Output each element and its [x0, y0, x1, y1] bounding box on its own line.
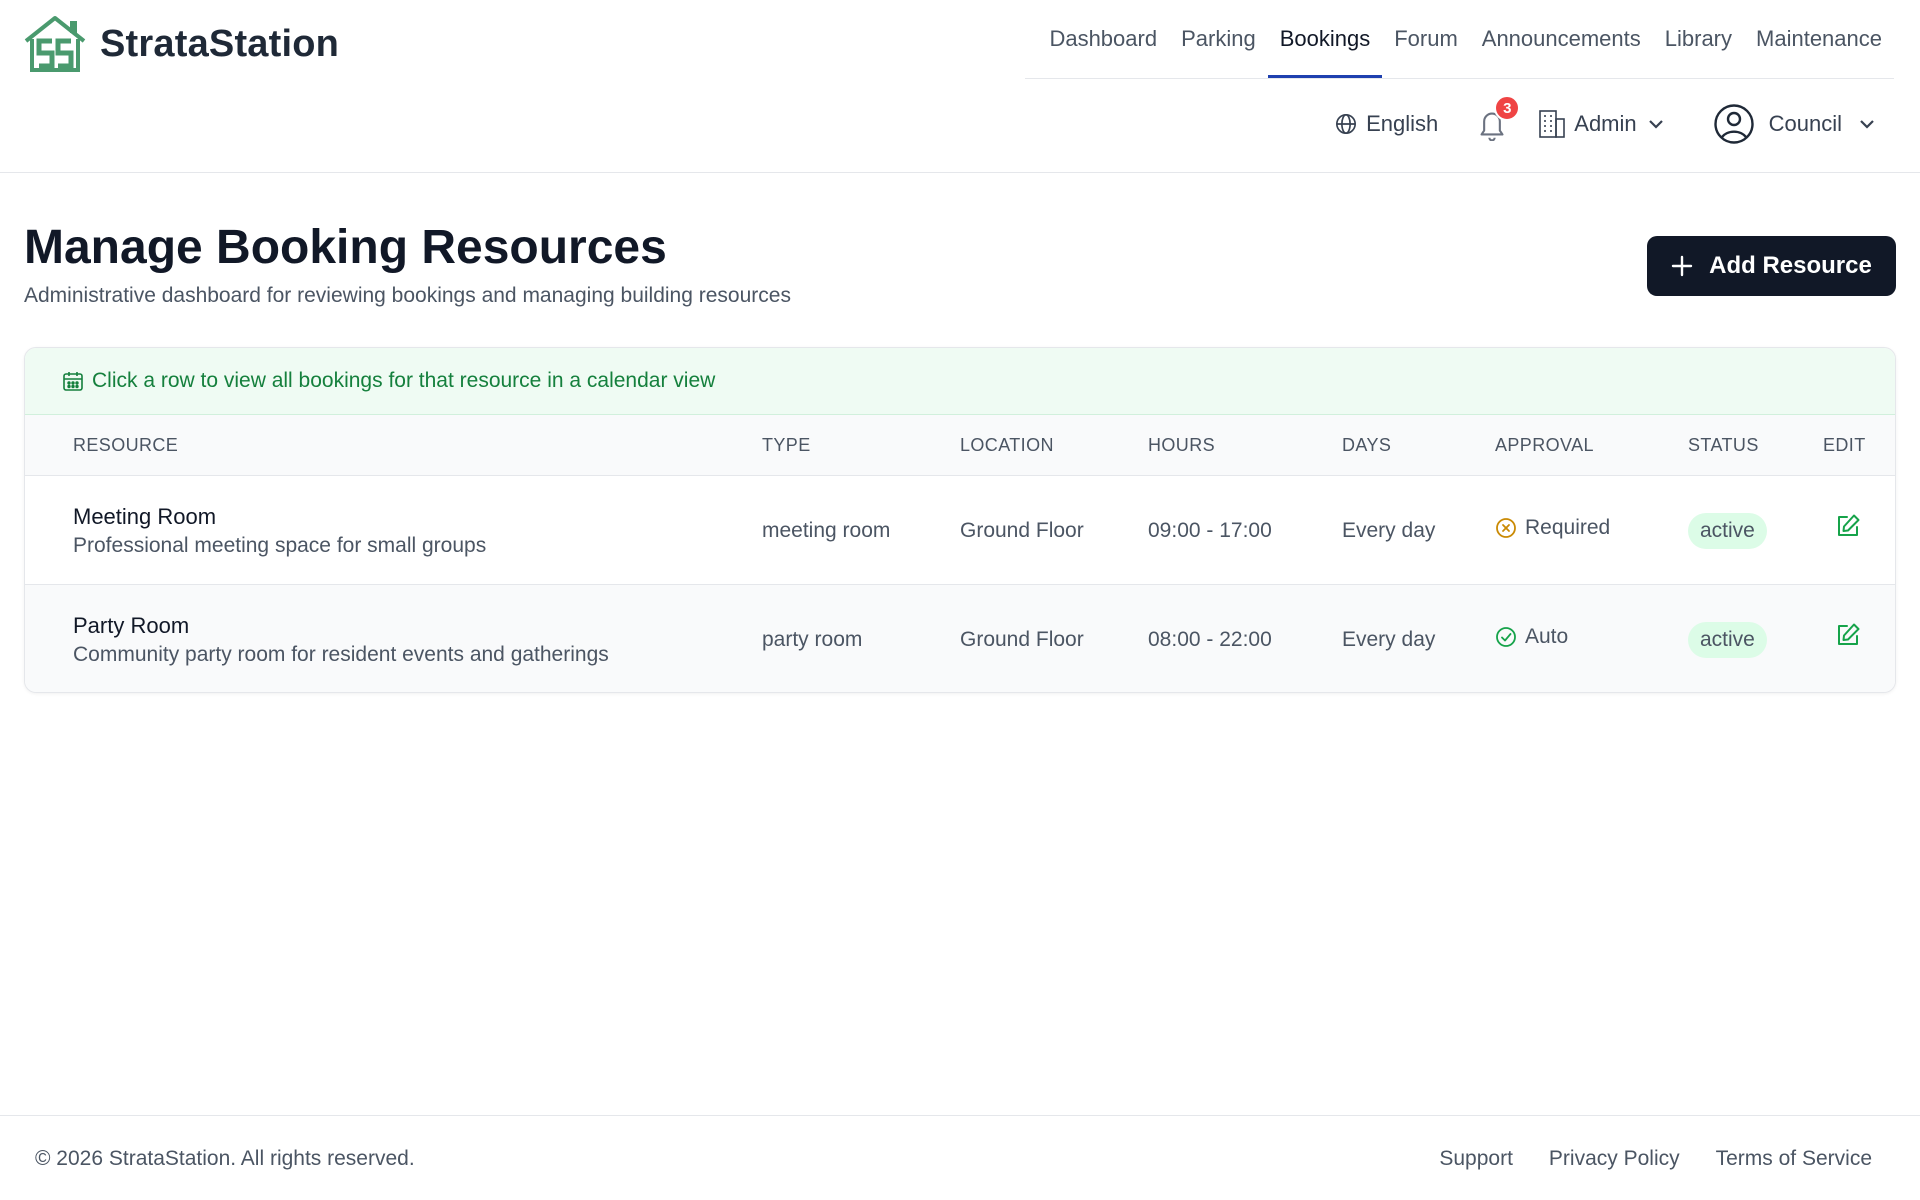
resource-type: party room: [762, 628, 863, 651]
approval-auto: Auto: [1495, 625, 1568, 649]
calendar-icon: [63, 372, 83, 391]
col-header-edit: Edit: [1823, 435, 1866, 455]
user-menu[interactable]: Council: [1713, 103, 1876, 145]
plus-icon: [1671, 255, 1693, 277]
main-nav: Dashboard Parking Bookings Forum Announc…: [1025, 0, 1894, 79]
table-row[interactable]: Party Room Community party room for resi…: [25, 584, 1895, 692]
resource-days: Every day: [1342, 628, 1436, 651]
header: StrataStation Dashboard Parking Bookings…: [0, 0, 1920, 173]
privacy-policy-link[interactable]: Privacy Policy: [1549, 1147, 1680, 1171]
language-label: English: [1366, 111, 1439, 136]
chevron-down-icon: [1860, 120, 1874, 129]
col-header-status: Status: [1688, 435, 1759, 455]
resource-description: Community party room for resident events…: [73, 643, 609, 666]
calendar-hint-text: Click a row to view all bookings for tha…: [92, 369, 716, 392]
resource-days: Every day: [1342, 519, 1436, 542]
col-header-resource: Resource: [73, 435, 179, 455]
add-resource-button[interactable]: Add Resource: [1647, 236, 1896, 296]
resource-type: meeting room: [762, 519, 891, 542]
edit-icon: [1838, 514, 1860, 536]
support-link[interactable]: Support: [1439, 1147, 1513, 1171]
notifications-button[interactable]: 3: [1476, 95, 1521, 141]
col-header-location: Location: [960, 435, 1054, 455]
user-role-label: Council: [1768, 111, 1842, 136]
logo-house-icon: [24, 16, 86, 72]
nav-parking[interactable]: Parking: [1169, 0, 1268, 78]
nav-bookings[interactable]: Bookings: [1267, 0, 1383, 78]
resource-hours: 08:00 - 22:00: [1148, 628, 1272, 651]
page-title: Manage Booking Resources: [24, 221, 667, 274]
status-badge: active: [1688, 513, 1767, 549]
approval-label: Required: [1525, 516, 1611, 539]
x-circle-icon: [1496, 518, 1516, 538]
resources-table-card: Click a row to view all bookings for tha…: [24, 347, 1896, 693]
add-resource-label: Add Resource: [1709, 252, 1872, 279]
nav-announcements[interactable]: Announcements: [1470, 0, 1653, 78]
resource-location: Ground Floor: [960, 628, 1084, 651]
language-selector[interactable]: English: [1335, 111, 1438, 137]
calendar-hint-banner: Click a row to view all bookings for tha…: [25, 348, 1895, 415]
nav-library[interactable]: Library: [1653, 0, 1744, 78]
col-header-approval: Approval: [1495, 435, 1594, 455]
col-header-days: Days: [1342, 435, 1392, 455]
approval-label: Auto: [1525, 625, 1569, 648]
edit-button[interactable]: [1835, 513, 1863, 541]
resource-location: Ground Floor: [960, 519, 1084, 542]
col-header-hours: Hours: [1148, 435, 1216, 455]
chevron-down-icon: [1648, 120, 1663, 129]
header-toolbar: English 3 Admin Council: [1335, 95, 1876, 148]
app-name: StrataStation: [100, 22, 340, 65]
globe-icon: [1336, 114, 1357, 134]
check-circle-icon: [1496, 627, 1516, 647]
edit-button[interactable]: [1835, 622, 1863, 650]
building-icon: [1539, 110, 1566, 138]
status-badge: active: [1688, 622, 1767, 658]
user-avatar-icon: [1713, 104, 1754, 144]
nav-dashboard[interactable]: Dashboard: [1037, 0, 1169, 78]
resource-hours: 09:00 - 17:00: [1148, 519, 1272, 542]
logo[interactable]: StrataStation: [22, 15, 339, 73]
approval-required: Required: [1495, 516, 1610, 540]
nav-maintenance[interactable]: Maintenance: [1744, 0, 1894, 78]
building-role-label: Admin: [1574, 111, 1637, 136]
page-subtitle: Administrative dashboard for reviewing b…: [24, 284, 791, 307]
nav-forum[interactable]: Forum: [1382, 0, 1470, 78]
notification-count-badge: 3: [1494, 95, 1521, 121]
building-role-dropdown[interactable]: Admin: [1538, 109, 1664, 139]
table-row[interactable]: Meeting Room Professional meeting space …: [25, 475, 1895, 584]
edit-icon: [1838, 623, 1860, 645]
footer: © 2026 StrataStation. All rights reserve…: [0, 1115, 1920, 1200]
col-header-type: Type: [762, 435, 811, 455]
resource-description: Professional meeting space for small gro…: [73, 534, 487, 557]
copyright-text: © 2026 StrataStation. All rights reserve…: [35, 1147, 415, 1170]
resource-name: Meeting Room: [73, 504, 217, 529]
table-header: Resource Type Location Hours Days Approv…: [25, 415, 1895, 475]
resource-name: Party Room: [73, 613, 190, 638]
terms-of-service-link[interactable]: Terms of Service: [1716, 1147, 1872, 1171]
footer-links: Support Privacy Policy Terms of Service: [1403, 1147, 1872, 1171]
